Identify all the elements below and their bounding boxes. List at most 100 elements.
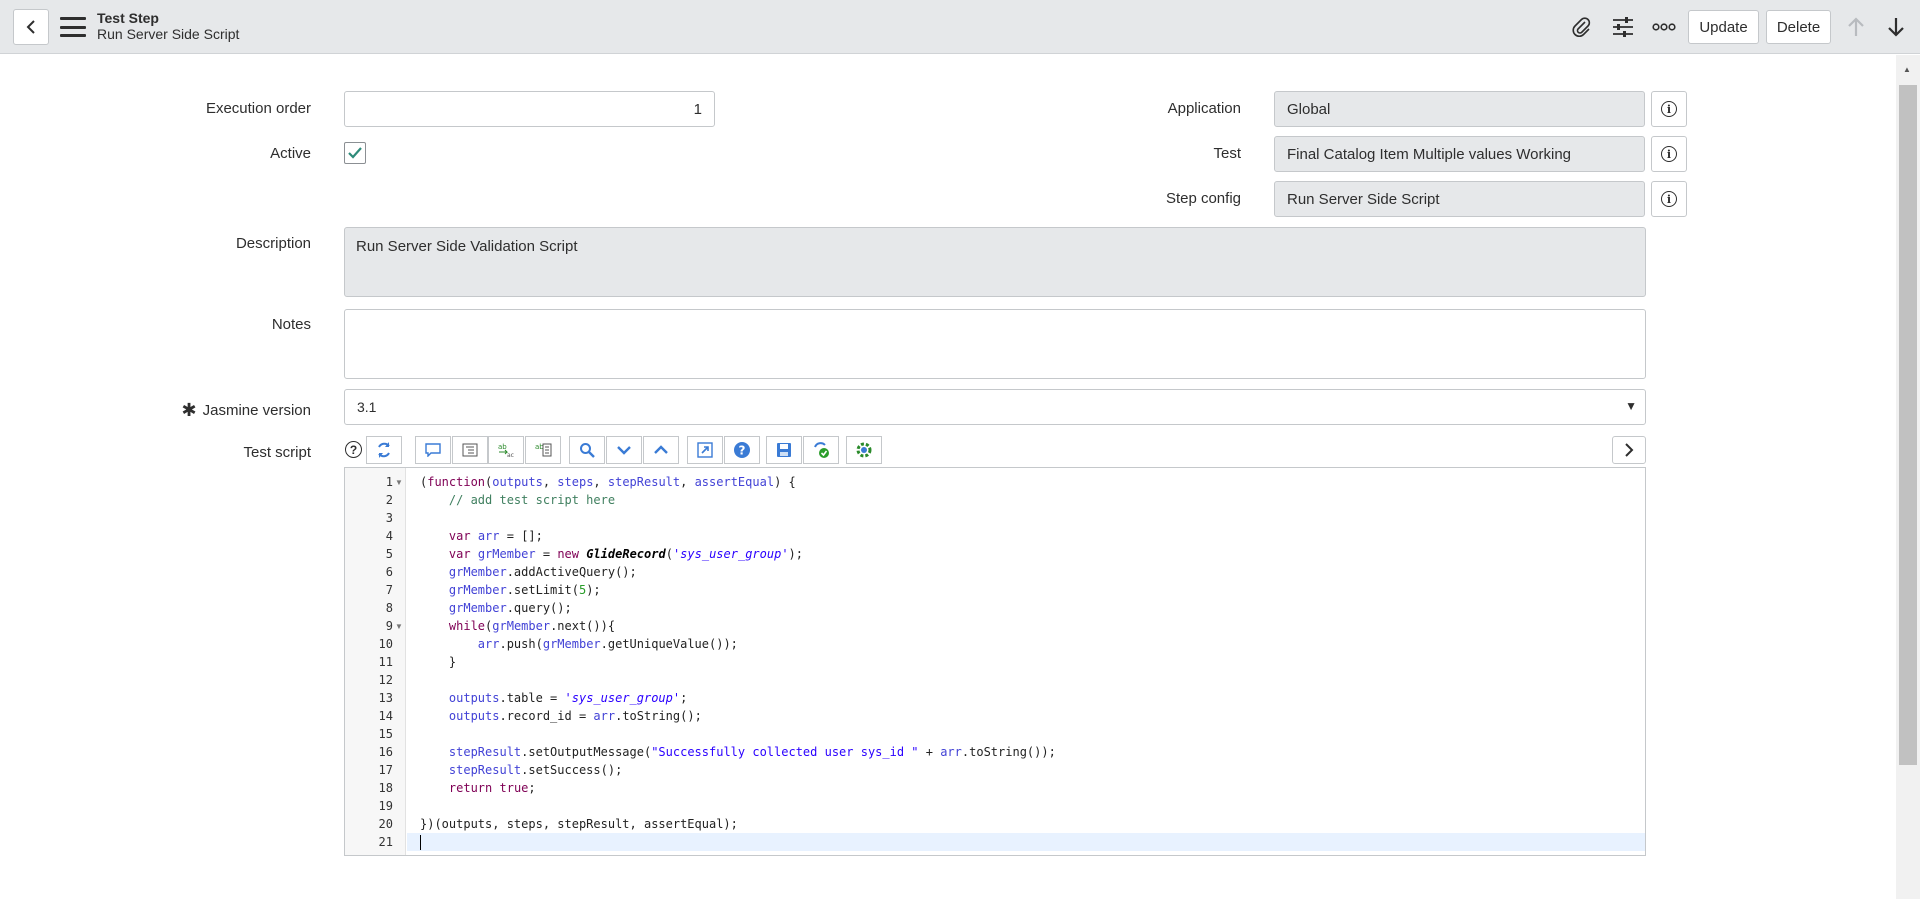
- code-line: // add test script here: [448, 493, 616, 507]
- line-number: 8: [385, 601, 393, 615]
- page-scrollbar[interactable]: ▲: [1896, 55, 1920, 899]
- save-icon[interactable]: [766, 436, 802, 464]
- help-icon[interactable]: ?: [345, 441, 362, 458]
- more-options-icon[interactable]: [1649, 12, 1679, 42]
- line-number: 7: [385, 583, 393, 597]
- format-code-icon[interactable]: [452, 436, 488, 464]
- test-label: Test: [1213, 145, 1241, 162]
- line-number: 20: [378, 817, 393, 831]
- notes-textarea[interactable]: [344, 309, 1646, 379]
- line-number: 21: [378, 835, 393, 849]
- code-line: }: [420, 655, 457, 669]
- line-number: 11: [378, 655, 393, 669]
- active-checkbox[interactable]: [344, 142, 366, 164]
- notes-label: Notes: [271, 316, 311, 333]
- info-icon: i: [1661, 146, 1677, 162]
- form-header: Test Step Run Server Side Script Update …: [0, 0, 1920, 54]
- step-config-info-button[interactable]: i: [1651, 181, 1687, 217]
- line-number: 2: [385, 493, 393, 507]
- execution-order-label: Execution order: [205, 100, 311, 117]
- line-number: 16: [378, 745, 393, 759]
- line-number: 13: [378, 691, 393, 705]
- line-number-gutter: 1 ▼ 2 3 4 5 6 7 8 9 ▼ 10 11 12 13 14 15 …: [345, 468, 406, 855]
- line-number: 19: [378, 799, 393, 813]
- find-next-icon[interactable]: [606, 436, 642, 464]
- line-number: 3: [385, 511, 393, 525]
- record-type-title: Test Step: [97, 10, 159, 26]
- dropdown-arrow-icon: ▼: [1625, 399, 1637, 413]
- search-icon[interactable]: [569, 436, 605, 464]
- application-info-button[interactable]: i: [1651, 91, 1687, 127]
- line-number: 14: [378, 709, 393, 723]
- replace-icon[interactable]: ab ac: [488, 436, 524, 464]
- code-line: (function(outputs, steps, stepResult, as…: [420, 475, 796, 489]
- line-number: 9: [385, 619, 393, 633]
- code-line: var arr = [];: [448, 529, 543, 543]
- line-number: 6: [385, 565, 393, 579]
- active-label: Active: [270, 145, 311, 162]
- hamburger-menu-icon[interactable]: [60, 17, 86, 37]
- svg-text:ab: ab: [498, 443, 507, 451]
- info-icon: i: [1661, 191, 1677, 207]
- svg-text:?: ?: [739, 444, 746, 458]
- scrollbar-thumb[interactable]: [1899, 85, 1917, 765]
- replace-all-icon[interactable]: ab: [525, 436, 561, 464]
- scroll-up-arrow-icon[interactable]: ▲: [1903, 65, 1911, 74]
- jasmine-version-label-row: ✱ Jasmine version: [150, 400, 311, 421]
- text-cursor: [420, 835, 421, 850]
- test-info-button[interactable]: i: [1651, 136, 1687, 172]
- code-line: while(grMember.next()){: [448, 619, 616, 633]
- fold-arrow-icon[interactable]: ▼: [395, 622, 403, 631]
- line-number: 17: [378, 763, 393, 777]
- code-line: stepResult.setOutputMessage("Successfull…: [448, 745, 1056, 759]
- info-icon: i: [1661, 101, 1677, 117]
- update-button[interactable]: Update: [1688, 10, 1759, 44]
- delete-button[interactable]: Delete: [1766, 10, 1831, 44]
- code-line: outputs.table = 'sys_user_group';: [448, 691, 688, 705]
- code-line: arr.push(grMember.getUniqueValue());: [477, 637, 738, 651]
- code-line: outputs.record_id = arr.toString();: [448, 709, 702, 723]
- application-label: Application: [1167, 100, 1241, 117]
- find-previous-icon[interactable]: [643, 436, 679, 464]
- script-editor[interactable]: 1 ▼ 2 3 4 5 6 7 8 9 ▼ 10 11 12 13 14 15 …: [344, 467, 1646, 856]
- code-line: grMember.query();: [448, 601, 572, 615]
- required-marker-icon: ✱: [181, 400, 197, 420]
- line-number: 5: [385, 547, 393, 561]
- line-number: 10: [378, 637, 393, 651]
- step-config-field: Run Server Side Script: [1274, 181, 1645, 217]
- test-field: Final Catalog Item Multiple values Worki…: [1274, 136, 1645, 172]
- description-field: Run Server Side Validation Script: [344, 227, 1646, 297]
- chevron-left-icon: [26, 20, 35, 34]
- next-record-arrow-icon[interactable]: [1881, 12, 1911, 42]
- script-debugger-icon[interactable]: [803, 436, 839, 464]
- settings-sliders-icon[interactable]: [1608, 12, 1638, 42]
- toggle-syntax-editor-icon[interactable]: [366, 436, 402, 464]
- jasmine-version-select[interactable]: 3.1 ▼: [344, 389, 1646, 425]
- application-field: Global: [1274, 91, 1645, 127]
- previous-record-arrow-icon[interactable]: [1841, 12, 1871, 42]
- code-line: stepResult.setSuccess();: [448, 763, 623, 777]
- record-display-value: Run Server Side Script: [97, 26, 240, 42]
- step-config-label: Step config: [1165, 190, 1241, 207]
- line-number: 18: [378, 781, 393, 795]
- jasmine-version-label: Jasmine version: [202, 402, 311, 419]
- checkmark-icon: [348, 147, 362, 159]
- svg-text:ac: ac: [507, 452, 514, 458]
- line-number: 12: [378, 673, 393, 687]
- paperclip-icon[interactable]: [1566, 12, 1596, 42]
- help-scripting-icon[interactable]: ?: [724, 436, 760, 464]
- active-line-highlight: [407, 833, 1645, 851]
- comment-icon[interactable]: [415, 436, 451, 464]
- run-script-icon[interactable]: [846, 436, 882, 464]
- code-line: grMember.setLimit(5);: [448, 583, 601, 597]
- fullscreen-icon[interactable]: [687, 436, 723, 464]
- code-line: var grMember = new GlideRecord('sys_user…: [448, 547, 803, 561]
- line-number: 15: [378, 727, 393, 741]
- line-number: 1: [385, 475, 393, 489]
- expand-editor-chevron-right-icon[interactable]: [1612, 436, 1646, 464]
- execution-order-input[interactable]: 1: [344, 91, 715, 127]
- back-button[interactable]: [13, 9, 49, 45]
- code-line: grMember.addActiveQuery();: [448, 565, 637, 579]
- fold-arrow-icon[interactable]: ▼: [395, 478, 403, 487]
- code-line: return true;: [448, 781, 536, 795]
